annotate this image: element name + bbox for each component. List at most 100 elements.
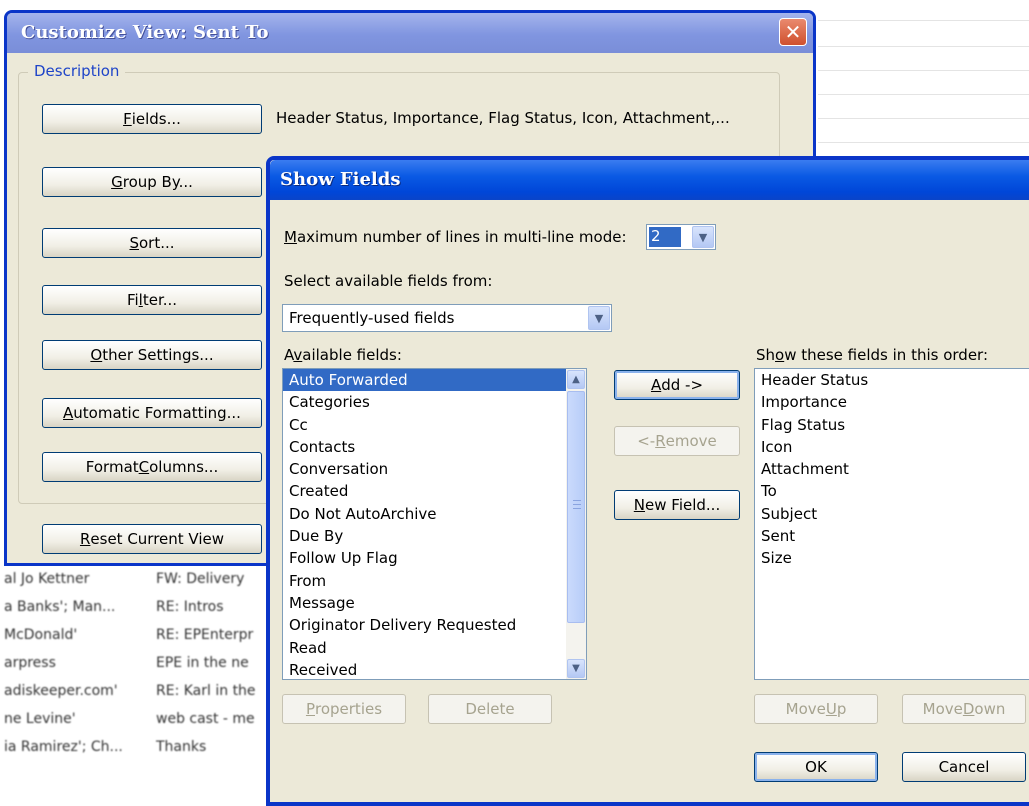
show-fields-titlebar[interactable]: Show Fields [270,160,1029,200]
new-field-button[interactable]: New Field... [614,490,740,520]
list-item[interactable]: Follow Up Flag [283,547,586,569]
button-accelerator: A [63,404,74,422]
properties-button[interactable]: Properties [282,694,406,724]
list-item[interactable]: Icon [755,436,1029,458]
message-row[interactable]: ne Levine' web cast - me [0,706,270,734]
message-row[interactable]: adiskeeper.com' RE: Karl in the [0,678,270,706]
cancel-button[interactable]: Cancel [902,752,1026,782]
available-fields-label: Available fields: [284,346,402,364]
close-button[interactable]: ✕ [779,18,807,46]
button-label: ther Settings... [102,346,214,364]
format-columns-button[interactable]: Format Columns... [42,452,262,482]
move-up-button[interactable]: Move Up [754,694,878,724]
ok-button[interactable]: OK [754,752,878,782]
list-item[interactable]: Cc [283,414,586,436]
button-label: eset Current View [90,530,225,548]
delete-button[interactable]: Delete [428,694,552,724]
list-item[interactable]: Auto Forwarded [283,369,586,392]
list-item[interactable]: From [283,570,586,592]
description-label: Description [28,62,126,80]
list-item[interactable]: Received [283,659,586,679]
list-item[interactable]: Categories [283,391,586,413]
button-accelerator: C [138,458,150,476]
button-accelerator: P [305,700,315,718]
message-row[interactable]: McDonald' RE: EPEnterpr [0,622,270,650]
scrollbar-thumb[interactable] [567,391,585,623]
grip-line [573,508,581,509]
dialog-title: Show Fields [280,169,401,190]
list-item[interactable]: Size [755,547,1029,569]
list-item[interactable]: Importance [755,391,1029,413]
label-accelerator: M [284,228,297,246]
group-by-button[interactable]: Group By... [42,167,262,197]
chevron-down-icon[interactable]: ▼ [588,306,610,330]
message-from: a Banks'; Man... [4,599,116,615]
list-item[interactable]: To [755,480,1029,502]
field-source-value: Frequently-used fields [289,309,455,327]
close-icon: ✕ [784,20,802,44]
chevron-down-icon[interactable]: ▼ [692,226,714,248]
filter-button[interactable]: Fi l ter... [42,285,262,315]
list-item[interactable]: Message [283,592,586,614]
list-item[interactable]: Originator Delivery Requested [283,614,586,636]
scroll-down-icon[interactable]: ▼ [567,659,585,678]
message-row[interactable]: al Jo Kettner FW: Delivery [0,566,270,594]
message-row[interactable]: a Banks'; Man... RE: Intros [0,594,270,622]
button-label: p [836,700,847,718]
list-item[interactable]: Do Not AutoArchive [283,503,586,525]
fields-description: Header Status, Importance, Flag Status, … [276,109,730,127]
list-item[interactable]: Due By [283,525,586,547]
message-row[interactable]: ia Ramirez'; Ch... Thanks [0,734,270,762]
button-label: Move [785,700,826,718]
fields-button[interactable]: Fields... [42,104,262,134]
button-label: Fi [126,291,139,309]
list-item[interactable]: Conversation [283,458,586,480]
automatic-formatting-button[interactable]: Automatic Formatting... [42,398,262,428]
move-down-button[interactable]: Move Down [902,694,1026,724]
message-from: ne Levine' [4,711,76,727]
button-label: <- [637,432,656,450]
message-subject: EPE in the ne [156,655,249,671]
label-text: aximum number of lines in multi-line mod… [296,228,627,246]
list-item[interactable]: Subject [755,503,1029,525]
max-lines-label: Maximum number of lines in multi-line mo… [284,228,627,246]
remove-button[interactable]: <- Remove [614,426,740,456]
label-text: Sh [756,346,776,364]
button-label: utomatic Formatting... [73,404,241,422]
sort-button[interactable]: Sort... [42,228,262,258]
message-subject: web cast - me [156,711,255,727]
message-subject: Thanks [156,739,207,755]
available-fields-scrollbar[interactable]: ▲ ▼ [566,369,586,679]
available-fields-list[interactable]: Auto Forwarded Categories Cc Contacts Co… [282,368,587,680]
list-item[interactable]: Header Status [755,369,1029,391]
button-label: ew Field... [645,496,721,514]
button-label: Cancel [938,758,990,776]
button-label: emove [665,432,717,450]
button-accelerator: S [129,234,139,252]
list-item[interactable]: Contacts [283,436,586,458]
max-lines-select[interactable]: 2 ▼ [646,224,716,250]
add-button[interactable]: Add -> [614,370,740,400]
scroll-up-icon[interactable]: ▲ [567,370,585,389]
button-label: Delete [465,700,515,718]
message-row[interactable]: arpress EPE in the ne [0,650,270,678]
button-label: Move [922,700,963,718]
button-label: roperties [315,700,383,718]
shown-fields-label: Show these fields in this order: [756,346,988,364]
label-text: Select available fields from: [284,272,493,290]
field-source-select[interactable]: Frequently-used fields ▼ [282,304,612,332]
dialog-title: Customize View: Sent To [21,22,269,43]
other-settings-button[interactable]: Other Settings... [42,340,262,370]
list-item[interactable]: Created [283,480,586,502]
label-accelerator: o [775,346,785,364]
message-from: ia Ramirez'; Ch... [4,739,123,755]
list-item[interactable]: Flag Status [755,414,1029,436]
list-item[interactable]: Read [283,637,586,659]
customize-view-titlebar[interactable]: Customize View: Sent To ✕ [7,13,813,53]
list-item[interactable]: Attachment [755,458,1029,480]
button-accelerator: U [825,700,837,718]
list-item[interactable]: Sent [755,525,1029,547]
shown-fields-list[interactable]: Header Status Importance Flag Status Ico… [754,368,1029,680]
reset-current-view-button[interactable]: Reset Current View [42,524,262,554]
message-from: arpress [4,655,56,671]
